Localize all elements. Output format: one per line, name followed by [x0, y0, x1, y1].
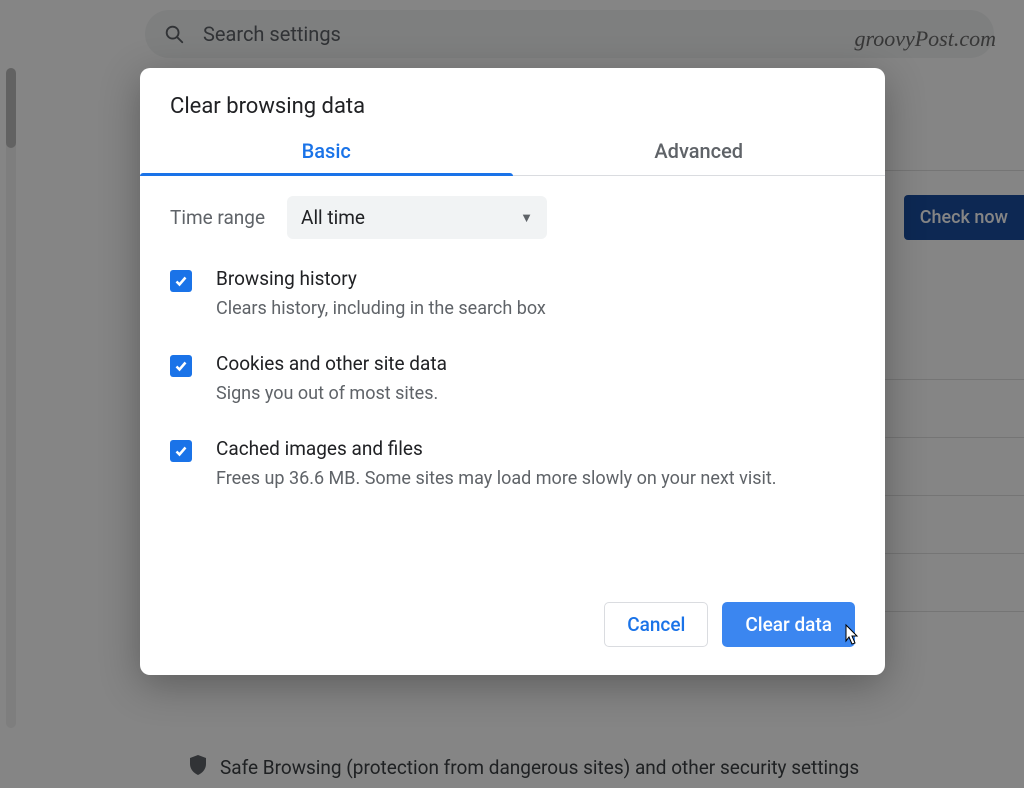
option-browsing-history: Browsing history Clears history, includi… — [170, 267, 855, 322]
option-title: Cookies and other site data — [216, 352, 447, 375]
option-cache: Cached images and files Frees up 36.6 MB… — [170, 437, 855, 492]
option-desc: Frees up 36.6 MB. Some sites may load mo… — [216, 466, 777, 492]
dialog-title: Clear browsing data — [140, 68, 885, 139]
time-range-row: Time range All time ▼ — [170, 196, 855, 239]
checkbox-browsing-history[interactable] — [170, 270, 192, 292]
option-title: Browsing history — [216, 267, 546, 290]
checkbox-cookies[interactable] — [170, 355, 192, 377]
dialog-content: Time range All time ▼ Browsing history C… — [140, 176, 885, 532]
dialog-actions: Cancel Clear data — [140, 532, 885, 651]
checkbox-cache[interactable] — [170, 440, 192, 462]
tab-basic[interactable]: Basic — [140, 139, 513, 175]
chevron-down-icon: ▼ — [520, 210, 533, 226]
option-desc: Signs you out of most sites. — [216, 381, 447, 407]
time-range-select[interactable]: All time ▼ — [287, 196, 547, 239]
time-range-value: All time — [301, 206, 365, 229]
option-text: Cookies and other site data Signs you ou… — [216, 352, 447, 407]
cancel-button[interactable]: Cancel — [604, 602, 708, 647]
clear-browsing-data-dialog: Clear browsing data Basic Advanced Time … — [140, 68, 885, 675]
option-cookies: Cookies and other site data Signs you ou… — [170, 352, 855, 407]
option-text: Browsing history Clears history, includi… — [216, 267, 546, 322]
option-text: Cached images and files Frees up 36.6 MB… — [216, 437, 777, 492]
clear-data-label: Clear data — [745, 613, 832, 636]
dialog-tabs: Basic Advanced — [140, 139, 885, 176]
cursor-pointer-icon — [840, 623, 860, 652]
time-range-label: Time range — [170, 206, 265, 229]
option-title: Cached images and files — [216, 437, 777, 460]
tab-advanced[interactable]: Advanced — [513, 139, 886, 175]
clear-data-button[interactable]: Clear data — [722, 602, 855, 647]
option-desc: Clears history, including in the search … — [216, 296, 546, 322]
